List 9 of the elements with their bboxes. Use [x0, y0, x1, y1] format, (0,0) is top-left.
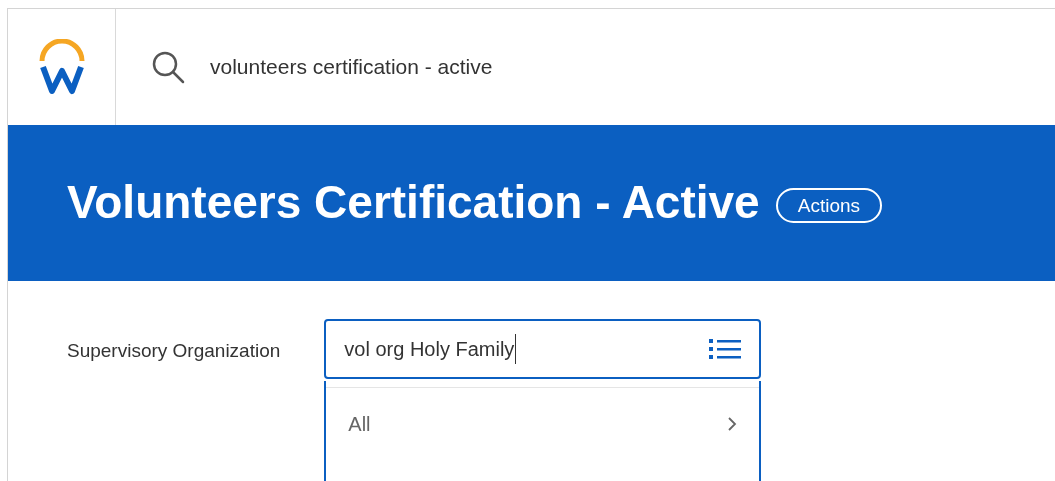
organization-field[interactable]: vol org Holy Family — [324, 319, 762, 379]
logo-icon — [37, 38, 86, 95]
field-label: Supervisory Organization — [67, 339, 281, 363]
search-field[interactable]: volunteers certification - active — [210, 51, 493, 83]
dropdown-option[interactable]: All — [326, 387, 760, 459]
actions-button[interactable]: Actions — [775, 188, 882, 224]
list-icon[interactable] — [709, 338, 742, 360]
chevron-right-icon — [727, 415, 738, 432]
page-title: Volunteers Certification - Active — [67, 175, 760, 231]
